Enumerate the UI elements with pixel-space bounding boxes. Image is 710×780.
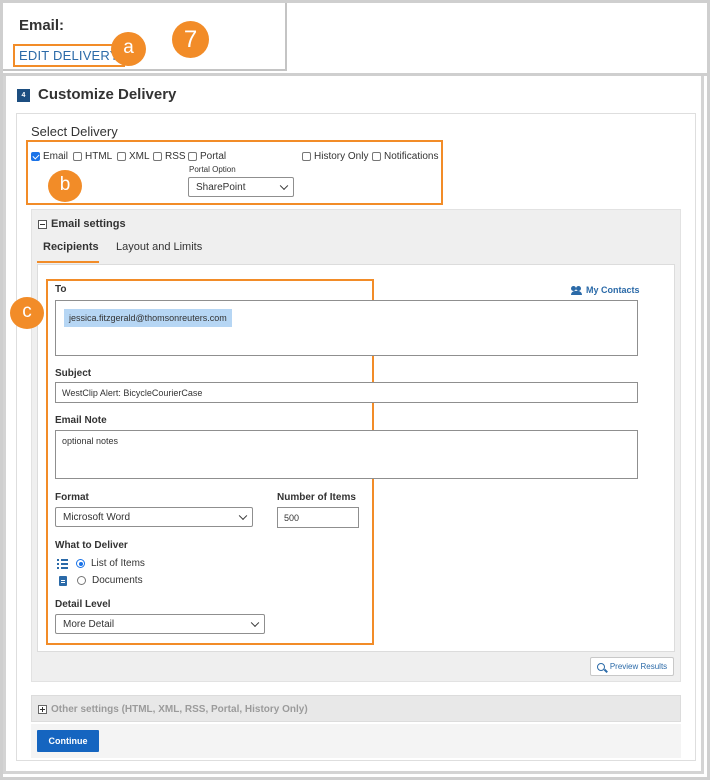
portal-option-select[interactable]: SharePoint (188, 177, 294, 197)
detail-level-label: Detail Level (55, 599, 111, 610)
portal-option-value: SharePoint (196, 181, 246, 193)
checkbox-label: XML (129, 151, 150, 162)
email-note-value: optional notes (62, 436, 119, 446)
tab-recipients[interactable]: Recipients (43, 241, 99, 253)
select-delivery-heading: Select Delivery (31, 124, 118, 139)
deliver-option-label: List of Items (91, 558, 145, 569)
tab-layout-and-limits[interactable]: Layout and Limits (116, 241, 202, 253)
checkbox-html[interactable]: HTML (73, 151, 112, 162)
list-icon (57, 559, 68, 569)
checkbox-icon (153, 152, 162, 161)
checkbox-label: HTML (85, 151, 113, 162)
callout-a: a (111, 32, 146, 66)
format-label: Format (55, 492, 89, 503)
contacts-icon (571, 285, 583, 295)
checkbox-icon (117, 152, 126, 161)
subject-value: WestClip Alert: BicycleCourierCase (62, 387, 203, 398)
number-of-items-input[interactable]: 500 (277, 507, 359, 528)
subject-input[interactable]: WestClip Alert: BicycleCourierCase (55, 382, 638, 403)
deliver-option-list-of-items[interactable]: List of Items (57, 558, 145, 569)
recipient-email: jessica.fitzgerald@thomsonreuters.com (64, 309, 232, 327)
active-tab-indicator (37, 261, 99, 263)
preview-results-label: Preview Results (609, 662, 668, 671)
checkbox-icon (73, 152, 82, 161)
footer-bar (31, 724, 681, 758)
checkbox-history-only[interactable]: History Only (302, 151, 368, 162)
email-note-field[interactable]: optional notes (55, 430, 638, 479)
email-settings-toggle[interactable]: Email settings (38, 218, 126, 230)
page-title: Customize Delivery (38, 86, 177, 103)
chevron-down-icon (238, 511, 248, 521)
my-contacts-link[interactable]: My Contacts (571, 285, 640, 295)
format-select[interactable]: Microsoft Word (55, 507, 253, 527)
search-icon (596, 662, 605, 671)
checkbox-rss[interactable]: RSS (153, 151, 186, 162)
callout-b: b (48, 170, 82, 202)
deliver-option-label: Documents (92, 575, 143, 586)
detail-level-select[interactable]: More Detail (55, 614, 265, 634)
checkbox-icon (188, 152, 197, 161)
chevron-down-icon (279, 181, 289, 191)
checkbox-xml[interactable]: XML (117, 151, 150, 162)
to-label: To (55, 284, 67, 295)
subject-label: Subject (55, 368, 92, 379)
to-field[interactable]: jessica.fitzgerald@thomsonreuters.com (55, 300, 638, 356)
checkbox-label: Portal (200, 151, 227, 162)
continue-button[interactable]: Continue (37, 730, 99, 752)
email-settings-title: Email settings (51, 218, 126, 230)
checkbox-label: Notifications (384, 151, 439, 162)
checkbox-icon (372, 152, 381, 161)
checkbox-label: History Only (314, 151, 369, 162)
email-section-title: Email: (19, 17, 65, 34)
document-icon (59, 575, 67, 586)
checkbox-email[interactable]: Email (31, 151, 68, 162)
checkbox-notifications[interactable]: Notifications (372, 151, 438, 162)
checkbox-label: Email (43, 151, 69, 162)
number-of-items-label: Number of Items (277, 492, 356, 503)
edit-delivery-link[interactable]: EDIT DELIVERY (13, 44, 125, 67)
detail-level-value: More Detail (63, 618, 115, 630)
portal-option-label: Portal Option (189, 165, 236, 174)
checkbox-label: RSS (165, 151, 186, 162)
checkbox-checked-icon (31, 152, 40, 161)
step-number-badge: 4 (17, 89, 30, 102)
checkbox-portal[interactable]: Portal (188, 151, 226, 162)
number-of-items-value: 500 (284, 512, 300, 523)
expand-icon (38, 705, 47, 714)
collapse-icon (38, 219, 47, 229)
my-contacts-label: My Contacts (586, 285, 640, 295)
callout-c: c (10, 297, 44, 329)
preview-results-button[interactable]: Preview Results (590, 657, 674, 676)
checkbox-icon (302, 152, 311, 161)
other-settings-title: Other settings (HTML, XML, RSS, Portal, … (51, 704, 308, 715)
format-value: Microsoft Word (63, 511, 131, 523)
radio-selected-icon (76, 559, 85, 568)
radio-icon (77, 576, 86, 585)
chevron-down-icon (250, 618, 260, 628)
deliver-option-documents[interactable]: Documents (57, 575, 143, 586)
callout-step-7: 7 (172, 21, 209, 58)
email-note-label: Email Note (55, 415, 107, 426)
other-settings-toggle[interactable]: Other settings (HTML, XML, RSS, Portal, … (38, 704, 308, 715)
what-to-deliver-label: What to Deliver (55, 540, 128, 551)
